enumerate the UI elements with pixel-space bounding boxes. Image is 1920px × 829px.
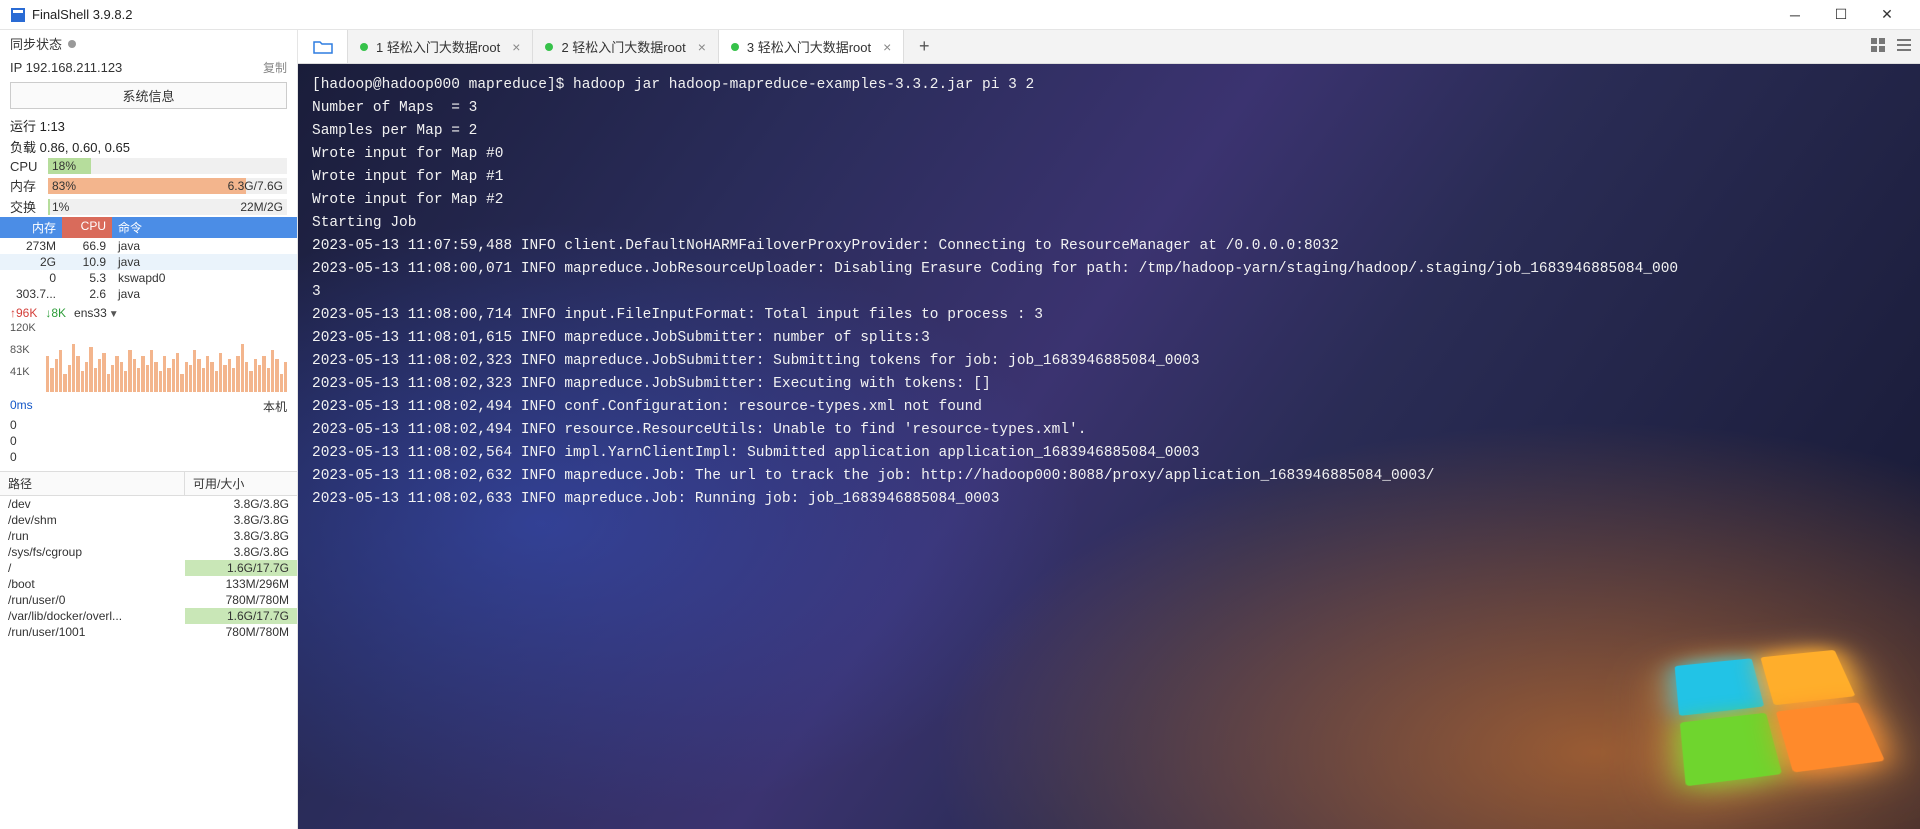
terminal[interactable]: [hadoop@hadoop000 mapreduce]$ hadoop jar…: [298, 64, 1920, 829]
net-up: ↑96K: [10, 306, 37, 320]
mem-label: 内存: [10, 176, 42, 195]
mem-right: 6.3G/7.6G: [228, 178, 283, 194]
app-icon: [10, 7, 26, 23]
swap-pct: 1%: [52, 199, 69, 215]
table-row[interactable]: /sys/fs/cgroup3.8G/3.8G: [0, 544, 297, 560]
mem-pct: 83%: [52, 178, 76, 194]
col-cpu[interactable]: CPU: [62, 217, 112, 238]
table-row[interactable]: 2G10.9java: [0, 254, 297, 270]
session-tab[interactable]: 2 轻松入门大数据root×: [533, 30, 718, 63]
cpu-pct: 18%: [52, 158, 76, 174]
menu-icon[interactable]: [1896, 37, 1912, 56]
cpu-label: CPU: [10, 159, 42, 174]
add-tab-button[interactable]: +: [904, 30, 944, 63]
session-tab[interactable]: 3 轻松入门大数据root×: [719, 30, 904, 63]
system-info-button[interactable]: 系统信息: [10, 82, 287, 109]
status-dot-icon: [360, 43, 368, 51]
sidebar: 同步状态 IP 192.168.211.123 复制 系统信息 运行 1:13 …: [0, 30, 298, 829]
uptime-text: 运行 1:13: [0, 115, 297, 136]
session-tab[interactable]: 1 轻松入门大数据root×: [348, 30, 533, 63]
mem-metric: 内存 83% 6.3G/7.6G: [0, 175, 297, 196]
minimize-button[interactable]: ─: [1772, 0, 1818, 30]
col-cmd[interactable]: 命令: [112, 217, 297, 238]
zeros-block: 0 0 0: [0, 417, 297, 471]
load-text: 负载 0.86, 0.60, 0.65: [0, 136, 297, 157]
table-row[interactable]: /var/lib/docker/overl...1.6G/17.7G: [0, 608, 297, 624]
app-title: FinalShell 3.9.8.2: [32, 7, 132, 22]
ping-value: 0ms: [10, 398, 33, 415]
tab-bar: 1 轻松入门大数据root×2 轻松入门大数据root×3 轻松入门大数据roo…: [298, 30, 1920, 64]
ping-host: 本机: [263, 398, 287, 415]
folder-open-icon: [313, 39, 333, 55]
network-chart: 120K 83K 41K: [10, 322, 287, 392]
ping-row: 0ms 本机: [0, 396, 297, 417]
swap-metric: 交换 1% 22M/2G: [0, 196, 297, 217]
open-folder-button[interactable]: [298, 30, 348, 63]
cpu-metric: CPU 18%: [0, 157, 297, 175]
sync-status: 同步状态: [0, 30, 297, 57]
chart-y2: 41K: [10, 366, 30, 378]
table-row[interactable]: /1.6G/17.7G: [0, 560, 297, 576]
col-path[interactable]: 路径: [0, 472, 185, 495]
net-down: ↓8K: [45, 306, 66, 320]
network-summary: ↑96K ↓8K ens33▼: [0, 302, 297, 322]
status-dot-icon: [731, 43, 739, 51]
ip-address: IP 192.168.211.123: [10, 60, 263, 75]
table-row[interactable]: /boot133M/296M: [0, 576, 297, 592]
close-button[interactable]: ✕: [1864, 0, 1910, 30]
swap-right: 22M/2G: [240, 199, 283, 215]
close-tab-button[interactable]: ×: [512, 39, 520, 55]
table-row[interactable]: /run/user/0780M/780M: [0, 592, 297, 608]
process-table: 273M66.9java2G10.9java05.3kswapd0303.7..…: [0, 238, 297, 302]
titlebar: FinalShell 3.9.8.2 ─ ☐ ✕: [0, 0, 1920, 30]
table-row[interactable]: 303.7...2.6java: [0, 286, 297, 302]
close-tab-button[interactable]: ×: [883, 39, 891, 55]
col-size[interactable]: 可用/大小: [185, 472, 297, 495]
table-row[interactable]: /run3.8G/3.8G: [0, 528, 297, 544]
copy-ip-button[interactable]: 复制: [263, 59, 287, 76]
chart-y0: 120K: [10, 322, 36, 334]
status-dot-icon: [545, 43, 553, 51]
table-row[interactable]: 273M66.9java: [0, 238, 297, 254]
col-mem[interactable]: 内存: [0, 217, 62, 238]
maximize-button[interactable]: ☐: [1818, 0, 1864, 30]
sync-dot-icon: [68, 40, 76, 48]
sync-label: 同步状态: [10, 34, 62, 53]
disk-table: /dev3.8G/3.8G/dev/shm3.8G/3.8G/run3.8G/3…: [0, 496, 297, 640]
chart-y1: 83K: [10, 344, 30, 356]
close-tab-button[interactable]: ×: [698, 39, 706, 55]
disk-table-header: 路径 可用/大小: [0, 471, 297, 496]
grid-view-icon[interactable]: [1870, 37, 1886, 56]
table-row[interactable]: /dev3.8G/3.8G: [0, 496, 297, 512]
chevron-down-icon: ▼: [109, 309, 119, 320]
table-row[interactable]: /run/user/1001780M/780M: [0, 624, 297, 640]
table-row[interactable]: 05.3kswapd0: [0, 270, 297, 286]
terminal-output: [hadoop@hadoop000 mapreduce]$ hadoop jar…: [298, 64, 1920, 829]
process-table-header: 内存 CPU 命令: [0, 217, 297, 238]
net-interface-select[interactable]: ens33▼: [74, 306, 119, 320]
table-row[interactable]: /dev/shm3.8G/3.8G: [0, 512, 297, 528]
swap-label: 交换: [10, 197, 42, 216]
